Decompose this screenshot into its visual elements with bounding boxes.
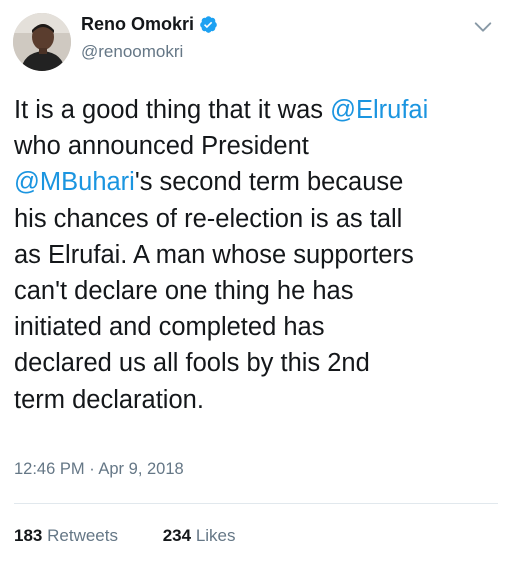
tweet-text-segment: term declaration.: [14, 385, 204, 414]
author-name[interactable]: Reno Omokri: [81, 14, 218, 35]
tweet-text-line: can't declare one thing he has: [14, 273, 502, 309]
divider: [14, 503, 498, 504]
tweet-text-segment: who announced President: [14, 132, 309, 161]
timestamp[interactable]: 12:46 PM · Apr 9, 2018: [14, 460, 184, 479]
likes-count: 234: [162, 526, 192, 545]
likes-label: Likes: [195, 526, 236, 545]
retweets-label: Retweets: [47, 526, 118, 545]
tweet-text-segment: initiated and completed has: [14, 313, 325, 342]
tweet-stats: 183 Retweets 234 Likes: [14, 526, 276, 546]
tweet-text: It is a good thing that it was @Elrufai w…: [14, 92, 502, 418]
mention-link[interactable]: @MBuhari: [14, 168, 135, 196]
tweet-text-line: @MBuhari's second term because: [14, 164, 502, 200]
avatar[interactable]: [13, 13, 71, 71]
verified-badge-icon: [200, 16, 217, 33]
author-handle[interactable]: @renoomokri: [81, 42, 183, 62]
profile-photo: [13, 13, 71, 71]
tweet-text-line: who announced President: [14, 128, 502, 164]
likes-stat[interactable]: 234 Likes: [163, 526, 236, 546]
tweet-text-line: term declaration.: [14, 382, 502, 418]
tweet-text-segment: as Elrufai. A man whose supporters: [14, 240, 414, 269]
tweet-text-line: as Elrufai. A man whose supporters: [14, 237, 502, 273]
tweet-text-segment: his chances of re-election is as tall: [14, 204, 403, 233]
chevron-down-icon[interactable]: [472, 16, 494, 38]
mention-link[interactable]: @Elrufai: [330, 96, 428, 124]
tweet-text-line: declared us all fools by this 2nd: [14, 345, 502, 381]
tweet-text-segment: 's second term because: [134, 168, 404, 197]
tweet-text-line: It is a good thing that it was @Elrufai: [14, 92, 502, 128]
tweet-text-line: initiated and completed has: [14, 309, 502, 345]
tweet-card: Reno Omokri @renoomokri It is a good thi…: [0, 0, 512, 568]
retweets-count: 183: [14, 526, 43, 545]
tweet-text-line: his chances of re-election is as tall: [14, 201, 502, 237]
tweet-text-segment: can't declare one thing he has: [14, 277, 354, 306]
tweet-text-segment: It is a good thing that it was: [14, 96, 331, 124]
retweets-stat[interactable]: 183 Retweets: [14, 526, 118, 546]
author-name-text[interactable]: Reno Omokri: [81, 14, 194, 35]
tweet-text-segment: declared us all fools by this 2nd: [14, 349, 370, 378]
